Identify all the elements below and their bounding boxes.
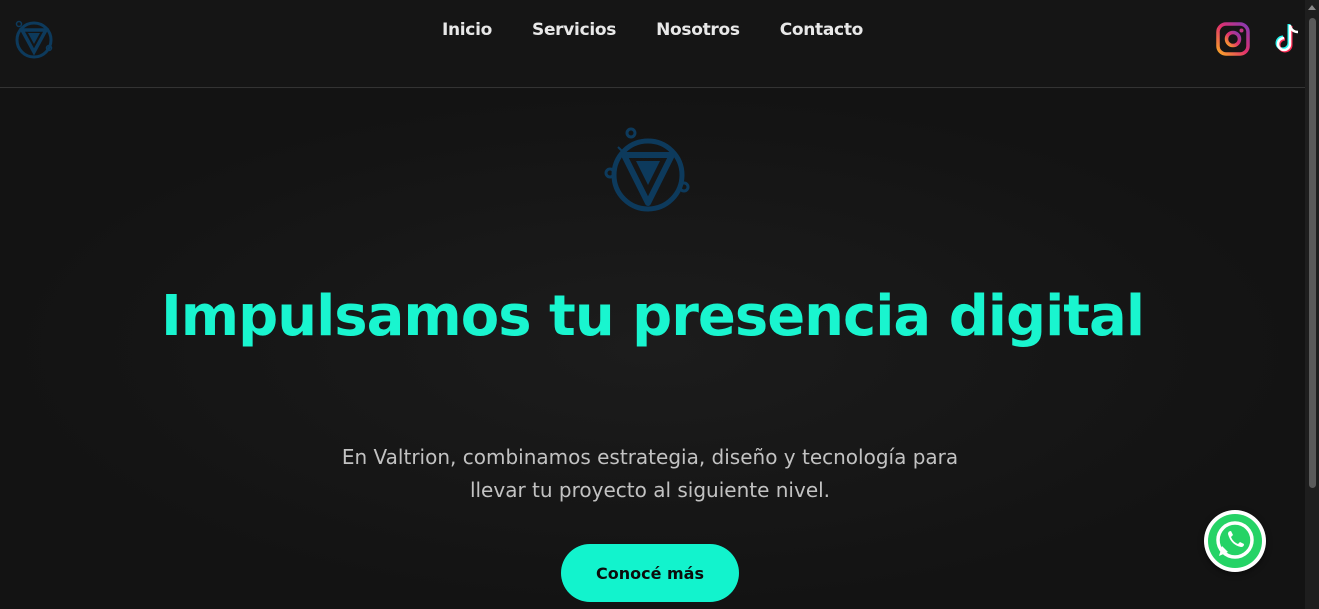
nav-item-inicio[interactable]: Inicio bbox=[442, 20, 492, 40]
whatsapp-icon bbox=[1208, 514, 1262, 568]
nav-item-servicios[interactable]: Servicios bbox=[532, 20, 616, 40]
nav-item-nosotros[interactable]: Nosotros bbox=[656, 20, 740, 40]
conoce-mas-button[interactable]: Conocé más bbox=[561, 544, 739, 602]
scrollbar-thumb[interactable] bbox=[1309, 18, 1316, 488]
tiktok-icon[interactable] bbox=[1272, 22, 1304, 56]
hero-subtitle: En Valtrion, combinamos estrategia, dise… bbox=[341, 445, 959, 502]
scroll-up-arrow-icon[interactable] bbox=[1308, 5, 1316, 10]
valtrion-logo-icon bbox=[604, 127, 690, 212]
main-nav: Inicio Servicios Nosotros Contacto bbox=[0, 20, 1305, 40]
instagram-icon[interactable] bbox=[1216, 22, 1250, 56]
top-navbar: Inicio Servicios Nosotros Contacto bbox=[0, 0, 1305, 88]
nav-item-contacto[interactable]: Contacto bbox=[780, 20, 864, 40]
hero-section: Impulsamos tu presencia digital En Valtr… bbox=[0, 89, 1305, 609]
whatsapp-button[interactable] bbox=[1204, 510, 1266, 572]
vertical-scrollbar[interactable] bbox=[1305, 0, 1319, 609]
hero-headline: Impulsamos tu presencia digital bbox=[160, 284, 1145, 349]
